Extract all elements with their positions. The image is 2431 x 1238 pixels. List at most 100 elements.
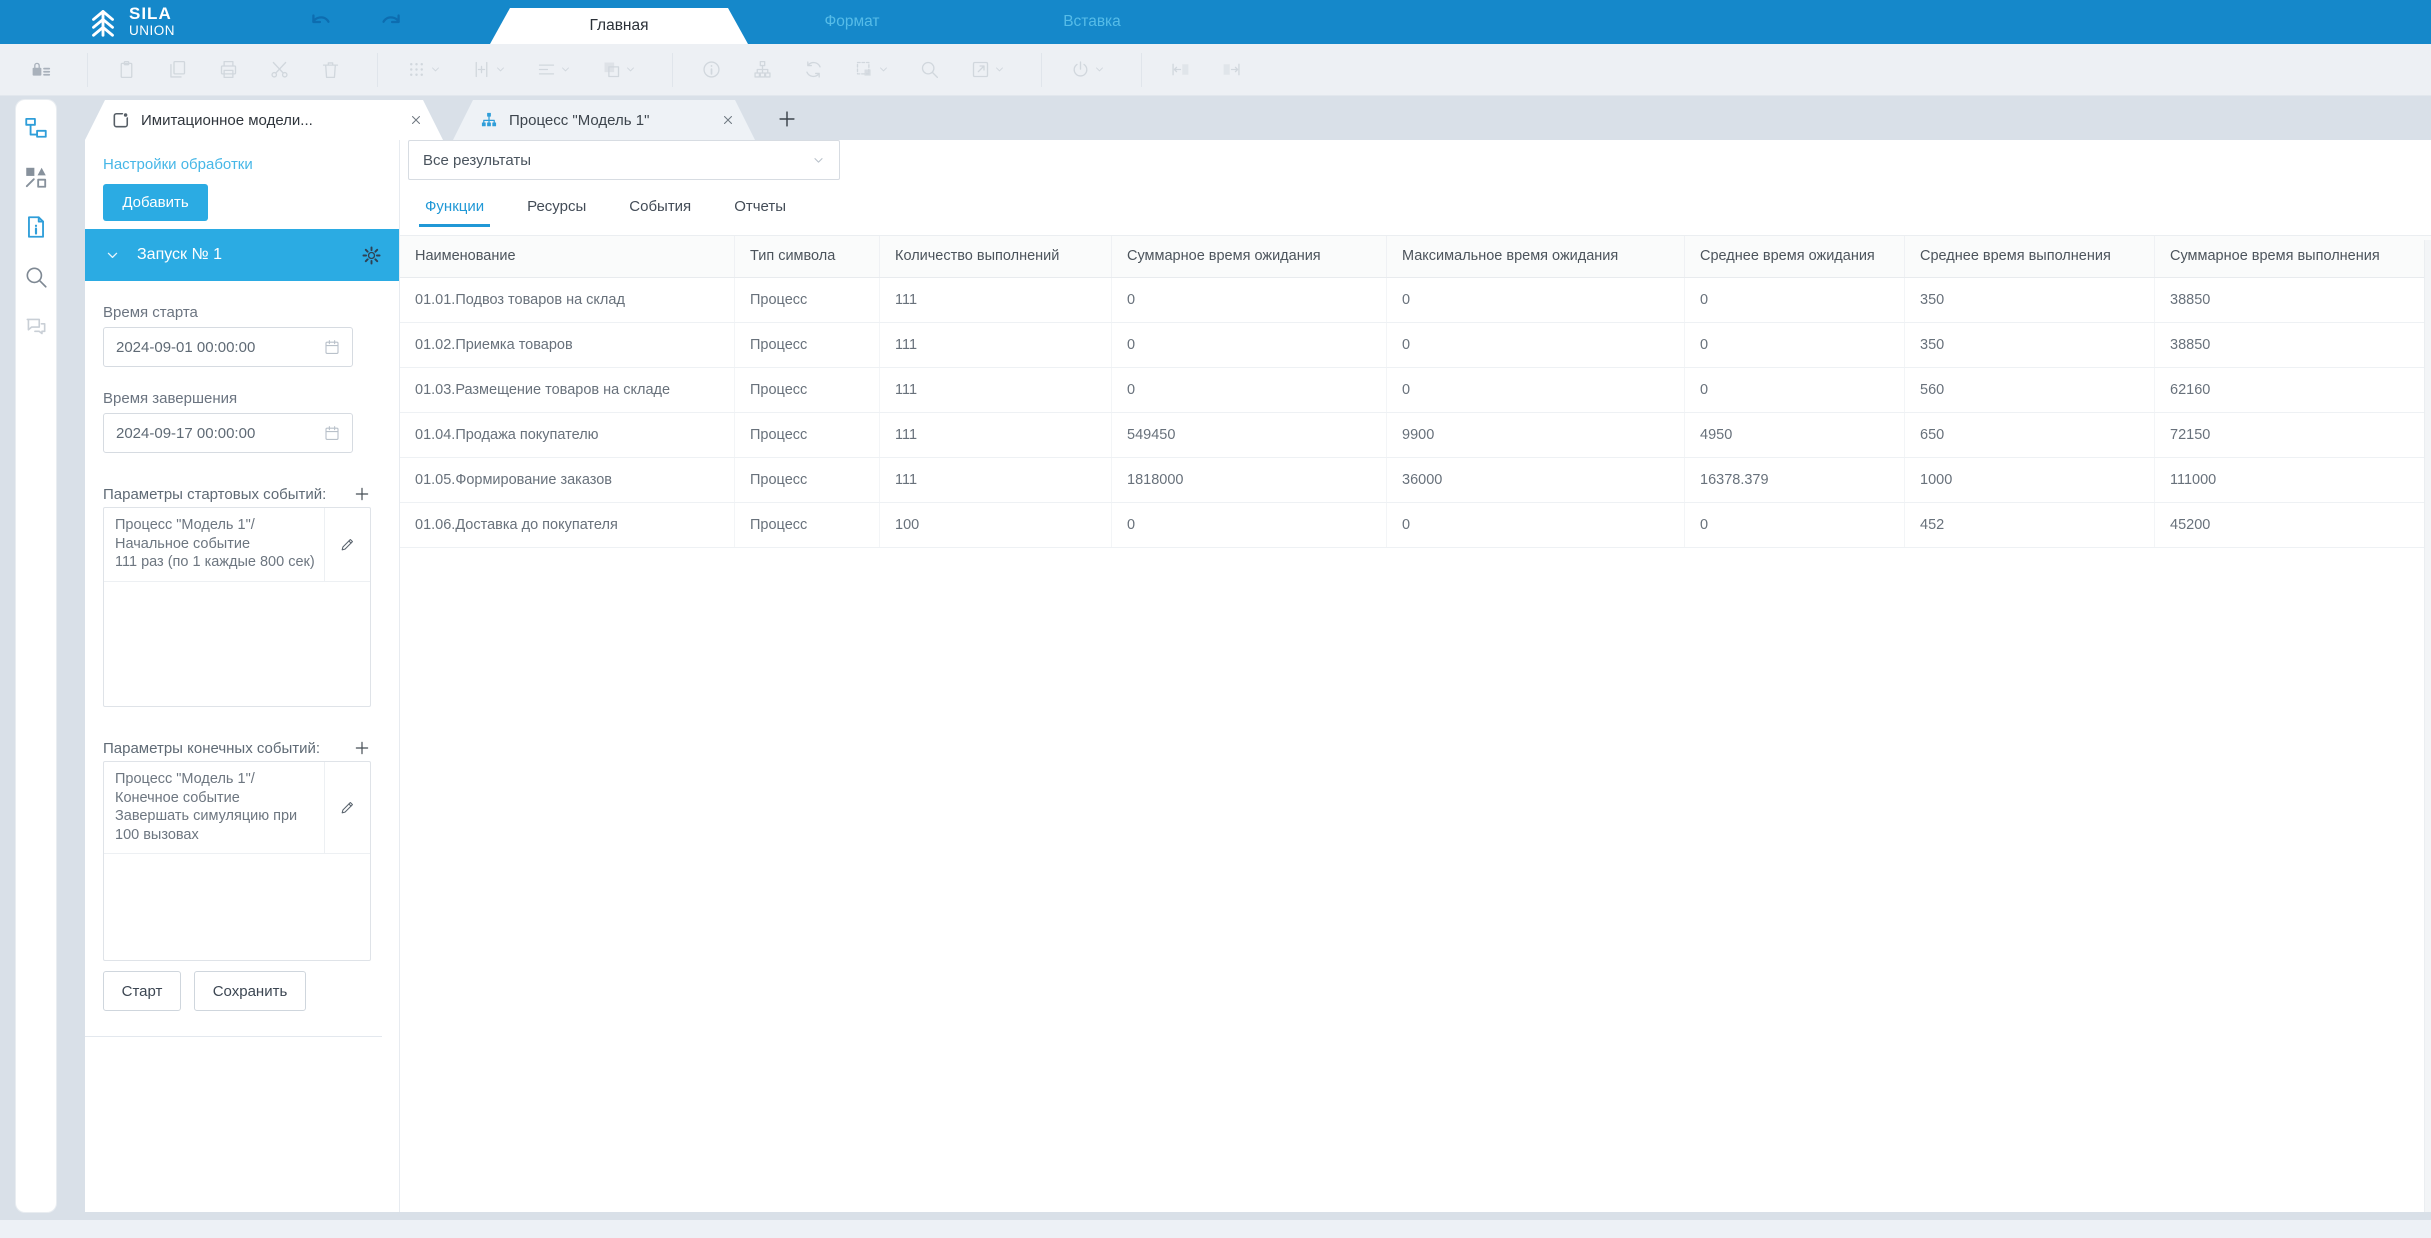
redo-icon[interactable] <box>378 9 404 35</box>
insert-symbol-icon[interactable] <box>471 59 506 80</box>
table-cell: 0 <box>1685 368 1905 412</box>
table-cell: 01.05.Формирование заказов <box>400 458 735 502</box>
brand-line-1: SILA <box>129 3 172 23</box>
table-cell: 01.01.Подвоз товаров на склад <box>400 278 735 322</box>
chevron-down-icon[interactable] <box>105 248 120 263</box>
edit-end-event-icon[interactable] <box>324 762 370 854</box>
table-column-header[interactable]: Наименование <box>400 236 735 277</box>
table-column-header[interactable]: Среднее время ожидания <box>1685 236 1905 277</box>
ribbon-tab-format[interactable]: Формат <box>782 0 922 44</box>
open-diagram-icon[interactable] <box>970 59 1005 80</box>
start-time-field[interactable] <box>103 327 353 367</box>
table-cell: 1000 <box>1905 458 2155 502</box>
results-tab-2[interactable]: Ресурсы <box>527 198 586 227</box>
lock-menu-icon[interactable] <box>30 59 51 80</box>
start-button[interactable]: Старт <box>103 971 181 1011</box>
document-tabs: Имитационное модели... Процесс "Модель 1… <box>0 96 2431 140</box>
table-row[interactable]: 01.04.Продажа покупателю Процесс 111 549450… <box>400 413 2431 458</box>
table-cell: 0 <box>1112 278 1387 322</box>
run-settings-gear-icon[interactable] <box>361 245 382 266</box>
left-dock <box>16 100 56 1212</box>
table-column-header[interactable]: Тип символа <box>735 236 880 277</box>
results-tab-3[interactable]: События <box>629 198 691 227</box>
table-column-header[interactable]: Максимальное время ожидания <box>1387 236 1685 277</box>
table-body: 01.01.Подвоз товаров на склад Процесс 111 0… <box>400 278 2431 548</box>
status-strip <box>0 1220 2431 1238</box>
results-filter-dropdown[interactable]: Все результаты <box>408 140 840 180</box>
paste-icon[interactable] <box>116 59 137 80</box>
calendar-icon[interactable] <box>323 424 341 442</box>
table-column-header[interactable]: Суммарное время ожидания <box>1112 236 1387 277</box>
table-cell: Процесс <box>735 413 880 457</box>
comments-icon[interactable] <box>23 314 49 340</box>
undo-icon[interactable] <box>308 9 334 35</box>
end-event-text: Процесс "Модель 1"/ Конечное событие Зав… <box>115 771 298 843</box>
table-cell: 560 <box>1905 368 2155 412</box>
print-icon[interactable] <box>218 59 239 80</box>
results-tab-1[interactable]: Функции <box>418 198 491 227</box>
table-cell: 0 <box>1112 323 1387 367</box>
start-events-box: Процесс "Модель 1"/ Начальное событие 11… <box>103 507 371 707</box>
align-icon[interactable] <box>536 59 571 80</box>
selection-icon[interactable] <box>854 59 889 80</box>
add-end-event-button[interactable] <box>353 739 371 757</box>
table-cell: 0 <box>1112 503 1387 547</box>
info-icon[interactable] <box>701 59 722 80</box>
refresh-icon[interactable] <box>803 59 824 80</box>
table-cell: 111 <box>880 278 1112 322</box>
table-cell: 452 <box>1905 503 2155 547</box>
table-row[interactable]: 01.01.Подвоз товаров на склад Процесс 111 0… <box>400 278 2431 323</box>
app-logo: SILA UNION <box>84 2 175 40</box>
grid-icon[interactable] <box>406 59 441 80</box>
new-tab-button[interactable] <box>772 104 802 134</box>
hierarchy-icon[interactable] <box>752 59 773 80</box>
table-cell: 01.02.Приемка товаров <box>400 323 735 367</box>
table-row[interactable]: 01.06.Доставка до покупателя Процесс 100 0 0… <box>400 503 2431 548</box>
add-run-button[interactable]: Добавить <box>103 184 208 221</box>
org-chart-icon <box>479 110 499 130</box>
start-time-input[interactable] <box>104 338 323 356</box>
table-column-header[interactable]: Суммарное время выполнения <box>2155 236 2431 277</box>
copy-icon[interactable] <box>167 59 188 80</box>
document-info-icon[interactable] <box>23 214 49 240</box>
doc-tab-simulation[interactable]: Имитационное модели... <box>85 100 443 140</box>
table-cell: 111000 <box>2170 472 2217 488</box>
search-icon[interactable] <box>919 59 940 80</box>
search-icon[interactable] <box>23 264 49 290</box>
table-cell: 38850 <box>2170 292 2211 308</box>
doc-tab-process-model[interactable]: Процесс "Модель 1" <box>453 100 755 140</box>
collapse-left-icon[interactable] <box>1170 59 1191 80</box>
close-icon[interactable] <box>721 113 735 127</box>
end-time-field[interactable] <box>103 413 353 453</box>
power-icon[interactable] <box>1070 59 1105 80</box>
table-row[interactable]: 01.03.Размещение товаров на складе Процес… <box>400 368 2431 413</box>
edit-start-event-icon[interactable] <box>324 508 370 581</box>
table-cell: 111 <box>880 458 1112 502</box>
shapes-icon[interactable] <box>23 164 49 190</box>
results-area: Все результаты Функции Ресурсы События Отче… <box>400 140 2431 1212</box>
delete-icon[interactable] <box>320 59 341 80</box>
run-section-header[interactable]: Запуск № 1 <box>85 229 399 281</box>
results-tab-4[interactable]: Отчеты <box>734 198 786 227</box>
start-event-item[interactable]: Процесс "Модель 1"/ Начальное событие 11… <box>104 508 370 582</box>
processing-settings-link[interactable]: Настройки обработки <box>103 156 399 173</box>
table-row[interactable]: 01.02.Приемка товаров Процесс 111 0 0 0 350 388… <box>400 323 2431 368</box>
end-time-input[interactable] <box>104 424 323 442</box>
table-cell: 1818000 <box>1112 458 1387 502</box>
vertical-scrollbar[interactable] <box>2424 240 2431 1212</box>
collapse-right-icon[interactable] <box>1221 59 1242 80</box>
table-column-header[interactable]: Количество выполнений <box>880 236 1112 277</box>
layers-icon[interactable] <box>601 59 636 80</box>
calendar-icon[interactable] <box>323 338 341 356</box>
table-row[interactable]: 01.05.Формирование заказов Процесс 111 1818… <box>400 458 2431 503</box>
table-cell: 0 <box>1387 323 1685 367</box>
table-column-header[interactable]: Среднее время выполнения <box>1905 236 2155 277</box>
ribbon-tab-main[interactable]: Главная <box>490 8 748 44</box>
cut-icon[interactable] <box>269 59 290 80</box>
save-button[interactable]: Сохранить <box>194 971 306 1011</box>
add-start-event-button[interactable] <box>353 485 371 503</box>
end-event-item[interactable]: Процесс "Модель 1"/ Конечное событие Зав… <box>104 762 370 855</box>
ribbon-tab-insert[interactable]: Вставка <box>1022 0 1162 44</box>
close-icon[interactable] <box>409 113 423 127</box>
table-cell: 0 <box>1685 278 1905 322</box>
